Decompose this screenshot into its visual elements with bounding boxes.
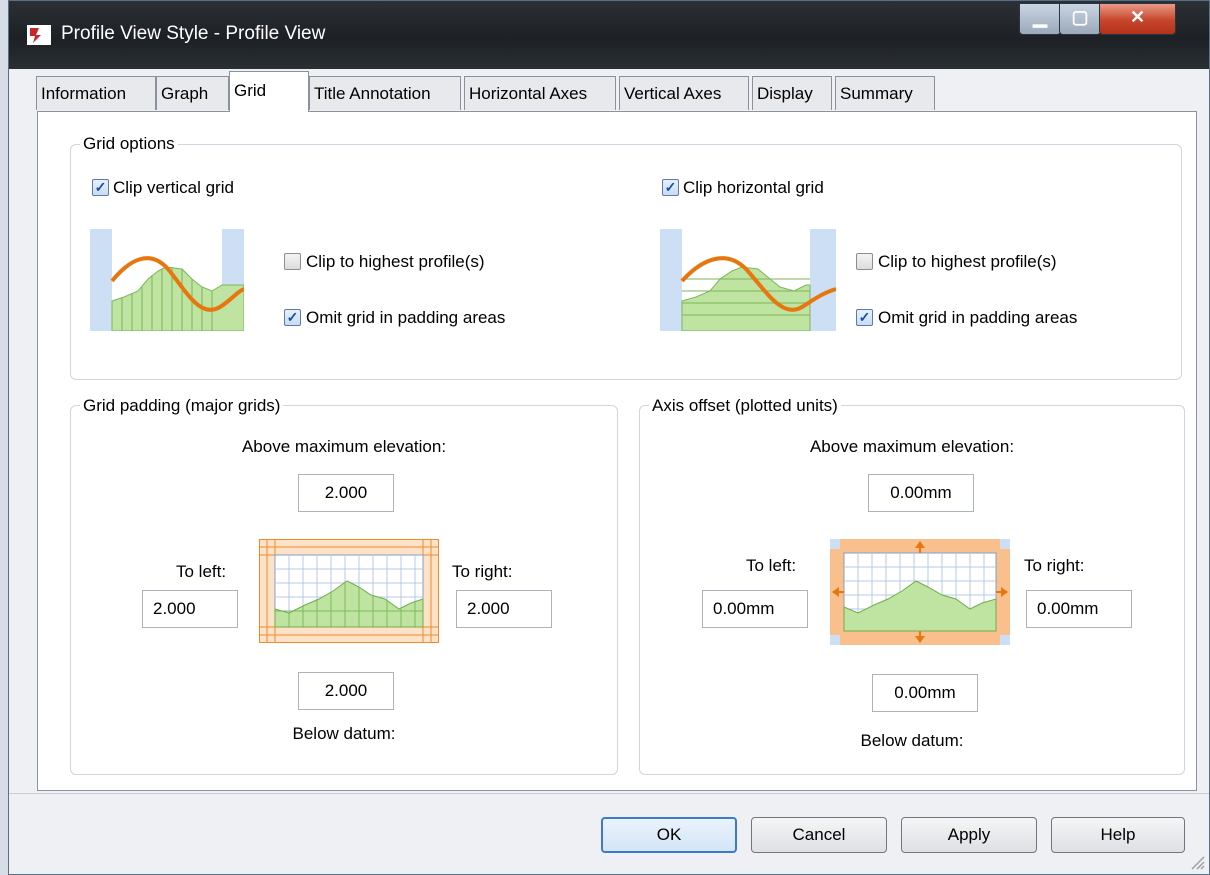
offset-below-label: Below datum: xyxy=(860,731,964,750)
resize-grip-icon[interactable] xyxy=(1189,854,1205,870)
padding-above-label: Above maximum elevation: xyxy=(241,437,447,456)
grid-padding-title: Grid padding (major grids) xyxy=(80,396,284,416)
tab-grid[interactable]: Grid xyxy=(229,71,309,112)
horizontal-clip-highest-checkbox[interactable] xyxy=(856,253,873,270)
offset-left-label: To left: xyxy=(746,556,797,575)
clip-horizontal-grid-label: Clip horizontal grid xyxy=(683,178,824,197)
offset-right-input[interactable]: 0.00mm xyxy=(1026,590,1132,628)
offset-below-input[interactable]: 0.00mm xyxy=(872,674,978,712)
vertical-omit-padding-checkbox[interactable]: ✓ xyxy=(284,309,301,326)
padding-right-input[interactable]: 2.000 xyxy=(456,590,552,628)
app-icon xyxy=(27,25,51,45)
minimize-button[interactable]: ▁ xyxy=(1019,3,1061,35)
offset-right-label: To right: xyxy=(1024,556,1085,575)
dialog-window: Profile View Style - Profile View ▁ ▢ ✕ … xyxy=(8,0,1210,875)
footer-divider xyxy=(9,793,1209,794)
apply-button[interactable]: Apply xyxy=(901,817,1037,853)
cancel-button[interactable]: Cancel xyxy=(751,817,887,853)
padding-below-label: Below datum: xyxy=(292,724,396,743)
clip-vertical-grid-label: Clip vertical grid xyxy=(113,178,234,197)
clip-vertical-grid-checkbox[interactable]: ✓ xyxy=(92,179,109,196)
tab-vertical-axes[interactable]: Vertical Axes xyxy=(619,76,749,110)
tab-title-annotation[interactable]: Title Annotation xyxy=(309,76,461,110)
title-bar[interactable]: Profile View Style - Profile View ▁ ▢ ✕ xyxy=(9,1,1209,69)
padding-below-input[interactable]: 2.000 xyxy=(298,672,394,710)
vertical-clip-highest-checkbox[interactable] xyxy=(284,253,301,270)
horizontal-omit-padding-checkbox[interactable]: ✓ xyxy=(856,309,873,326)
axis-offset-illustration xyxy=(830,539,1010,645)
padding-left-label: To left: xyxy=(176,562,227,581)
vertical-omit-padding-label: Omit grid in padding areas xyxy=(306,308,506,327)
ok-button[interactable]: OK xyxy=(601,817,737,853)
horizontal-clip-highest-label: Clip to highest profile(s) xyxy=(878,252,1057,271)
axis-offset-title: Axis offset (plotted units) xyxy=(649,396,841,416)
tab-display[interactable]: Display xyxy=(752,76,832,110)
vertical-clip-highest-label: Clip to highest profile(s) xyxy=(306,252,485,271)
tab-graph[interactable]: Graph xyxy=(156,76,229,110)
clip-horizontal-grid-checkbox[interactable]: ✓ xyxy=(662,179,679,196)
offset-above-input[interactable]: 0.00mm xyxy=(868,474,974,512)
tab-information[interactable]: Information xyxy=(36,76,156,110)
close-button[interactable]: ✕ xyxy=(1099,3,1176,35)
window-title: Profile View Style - Profile View xyxy=(61,23,326,44)
horizontal-omit-padding-label: Omit grid in padding areas xyxy=(878,308,1078,327)
offset-left-input[interactable]: 0.00mm xyxy=(702,590,808,628)
tab-page-grid: Grid options ✓ Clip vertical grid ✓ Clip… xyxy=(37,111,1197,791)
help-button[interactable]: Help xyxy=(1051,817,1185,853)
padding-above-input[interactable]: 2.000 xyxy=(298,474,394,512)
grid-padding-illustration xyxy=(259,539,439,643)
close-icon: ✕ xyxy=(1129,7,1146,27)
grid-options-title: Grid options xyxy=(80,134,178,154)
clip-vertical-grid-illustration xyxy=(90,229,244,331)
maximize-icon: ▢ xyxy=(1071,7,1089,27)
minimize-icon: ▁ xyxy=(1033,7,1047,27)
maximize-button[interactable]: ▢ xyxy=(1059,3,1101,35)
clip-horizontal-grid-illustration xyxy=(660,229,836,331)
tab-horizontal-axes[interactable]: Horizontal Axes xyxy=(464,76,616,110)
padding-left-input[interactable]: 2.000 xyxy=(142,590,238,628)
padding-right-label: To right: xyxy=(452,562,513,581)
offset-above-label: Above maximum elevation: xyxy=(809,437,1015,456)
tab-summary[interactable]: Summary xyxy=(835,76,935,110)
